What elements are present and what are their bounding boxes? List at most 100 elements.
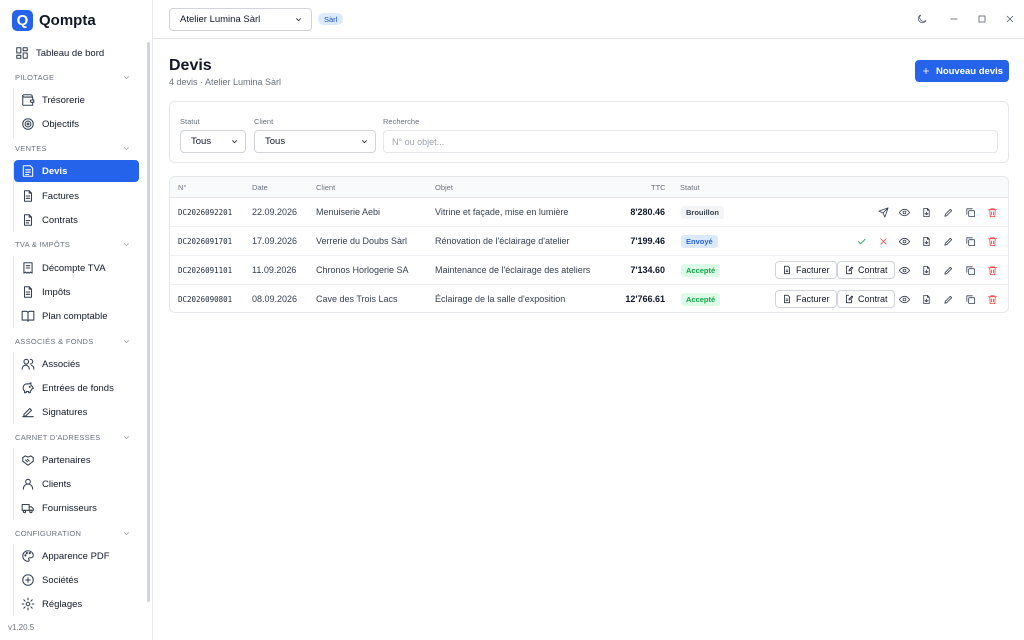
- sidebar-item-label: Plan comptable: [42, 310, 108, 322]
- edit-button[interactable]: [941, 292, 955, 306]
- search-input[interactable]: N° ou objet...: [383, 130, 998, 153]
- copy-icon: [965, 236, 976, 247]
- pencil-icon: [943, 294, 954, 305]
- piggy-bank-icon: [21, 381, 35, 395]
- status-badge: Accepté: [681, 264, 721, 277]
- table-row[interactable]: DC2026090801 08.09.2026 Cave des Trois L…: [170, 285, 1008, 312]
- invoice-icon: [21, 189, 35, 203]
- row-ttc: 7'134.60: [630, 265, 665, 275]
- invoice-button[interactable]: Facturer: [775, 290, 837, 308]
- sidebar-item-impots[interactable]: Impôts: [14, 281, 138, 303]
- pdf-button[interactable]: [919, 205, 933, 219]
- user-icon: [21, 477, 35, 491]
- pencil-icon: [943, 265, 954, 276]
- sidebar-section-ventes[interactable]: Ventes: [15, 144, 131, 153]
- duplicate-button[interactable]: [963, 292, 977, 306]
- row-num: DC2026091701: [178, 237, 233, 246]
- contract-button[interactable]: Contrat: [837, 290, 895, 308]
- minimize-button[interactable]: [947, 12, 961, 26]
- sidebar-section-pilotage[interactable]: Pilotage: [15, 73, 131, 82]
- invoice-icon: [782, 265, 792, 275]
- view-button[interactable]: [897, 292, 911, 306]
- sidebar-item-devis[interactable]: Devis: [14, 160, 139, 182]
- sidebar-item-plan-comptable[interactable]: Plan comptable: [14, 305, 138, 327]
- status-filter-select[interactable]: Tous: [180, 130, 246, 153]
- contract-button[interactable]: Contrat: [837, 261, 895, 279]
- edit-button[interactable]: [941, 263, 955, 277]
- company-select[interactable]: Atelier Lumina Sàrl: [169, 8, 312, 31]
- client-filter-select[interactable]: Tous: [254, 130, 376, 153]
- sidebar-item-apparence-pdf[interactable]: Apparence PDF: [14, 545, 138, 567]
- x-icon: [878, 236, 889, 247]
- col-object[interactable]: Objet: [435, 183, 453, 192]
- sidebar-section-configuration[interactable]: Configuration: [15, 529, 131, 538]
- sidebar-item-signatures[interactable]: Signatures: [14, 401, 138, 423]
- sidebar-item-reglages[interactable]: Réglages: [14, 593, 138, 615]
- invoice-button[interactable]: Facturer: [775, 261, 837, 279]
- duplicate-button[interactable]: [963, 263, 977, 277]
- sidebar-item-factures[interactable]: Factures: [14, 185, 138, 207]
- sidebar-item-decompte-tva[interactable]: Décompte TVA: [14, 257, 138, 279]
- trash-icon: [987, 236, 998, 247]
- delete-button[interactable]: [985, 234, 999, 248]
- accept-button[interactable]: [854, 234, 868, 248]
- edit-button[interactable]: [941, 205, 955, 219]
- pdf-button[interactable]: [919, 292, 933, 306]
- sidebar-item-dashboard[interactable]: Tableau de bord: [8, 42, 138, 64]
- maximize-button[interactable]: [975, 12, 989, 26]
- send-button[interactable]: [876, 205, 890, 219]
- duplicate-button[interactable]: [963, 205, 977, 219]
- view-button[interactable]: [897, 205, 911, 219]
- table-row[interactable]: DC2026091701 17.09.2026 Verrerie du Doub…: [170, 227, 1008, 256]
- sidebar-item-label: Impôts: [42, 286, 71, 298]
- row-ttc: 12'766.61: [625, 294, 665, 304]
- sidebar-section-carnet[interactable]: Carnet d'adresses: [15, 433, 131, 442]
- view-button[interactable]: [897, 263, 911, 277]
- plus-icon: [921, 66, 931, 76]
- new-quote-button[interactable]: Nouveau devis: [915, 60, 1009, 82]
- handshake-icon: [21, 453, 35, 467]
- reject-button[interactable]: [876, 234, 890, 248]
- contract-icon: [21, 213, 35, 227]
- sidebar-item-contrats[interactable]: Contrats: [14, 209, 138, 231]
- sidebar-item-label: Fournisseurs: [42, 502, 97, 514]
- theme-toggle-button[interactable]: [915, 12, 929, 26]
- view-button[interactable]: [897, 234, 911, 248]
- tax-icon: [21, 285, 35, 299]
- pdf-button[interactable]: [919, 263, 933, 277]
- sidebar-item-label: Décompte TVA: [42, 262, 106, 274]
- col-status[interactable]: Statut: [680, 183, 700, 192]
- delete-button[interactable]: [985, 205, 999, 219]
- table-row[interactable]: DC2026091101 11.09.2026 Chronos Horloger…: [170, 256, 1008, 285]
- signature-icon: [21, 405, 35, 419]
- brand: Q Qompta: [12, 10, 96, 31]
- sidebar-section-associes[interactable]: Associés & fonds: [15, 337, 131, 346]
- delete-button[interactable]: [985, 292, 999, 306]
- table-row[interactable]: DC2026092201 22.09.2026 Menuiserie Aebi …: [170, 198, 1008, 227]
- sidebar-item-clients[interactable]: Clients: [14, 473, 138, 495]
- sidebar-item-tresorerie[interactable]: Trésorerie: [14, 89, 138, 111]
- col-ttc[interactable]: TTC: [651, 183, 666, 192]
- close-button[interactable]: [1003, 12, 1017, 26]
- sidebar-item-label: Réglages: [42, 598, 83, 610]
- edit-button[interactable]: [941, 234, 955, 248]
- delete-button[interactable]: [985, 263, 999, 277]
- sidebar-item-partenaires[interactable]: Partenaires: [14, 449, 138, 471]
- sidebar-item-label: Factures: [42, 190, 79, 202]
- sidebar-section-tva[interactable]: TVA & Impôts: [15, 240, 131, 249]
- col-num[interactable]: N°: [178, 183, 186, 192]
- sidebar-item-associes[interactable]: Associés: [14, 353, 138, 375]
- palette-icon: [21, 549, 35, 563]
- duplicate-button[interactable]: [963, 234, 977, 248]
- pdf-button[interactable]: [919, 234, 933, 248]
- col-client[interactable]: Client: [316, 183, 335, 192]
- sidebar-item-societes[interactable]: Sociétés: [14, 569, 138, 591]
- sidebar-item-objectifs[interactable]: Objectifs: [14, 113, 138, 135]
- sidebar-scrollbar[interactable]: [147, 42, 150, 602]
- sidebar-item-entrees-fonds[interactable]: Entrées de fonds: [14, 377, 138, 399]
- sidebar-item-fournisseurs[interactable]: Fournisseurs: [14, 497, 138, 519]
- eye-icon: [898, 236, 910, 247]
- col-date[interactable]: Date: [252, 183, 268, 192]
- dashboard-icon: [15, 46, 29, 60]
- row-num: DC2026092201: [178, 208, 233, 217]
